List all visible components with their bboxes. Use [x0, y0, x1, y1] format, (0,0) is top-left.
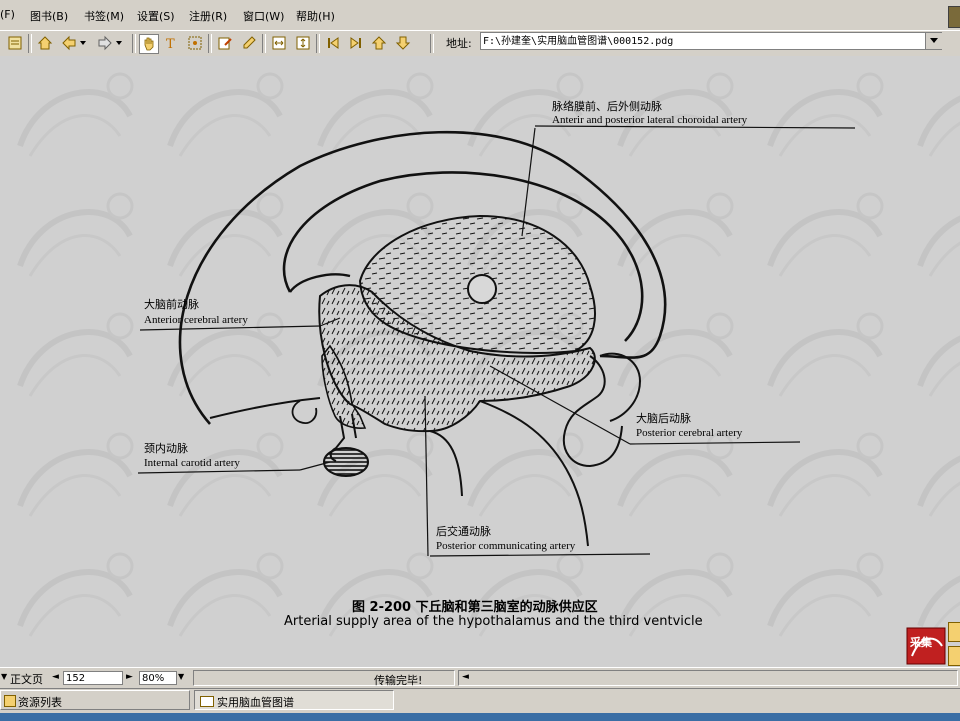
- ica-label-en: Internal carotid artery: [144, 457, 240, 469]
- corner-logo-text: 采集: [910, 636, 932, 649]
- forward-dropdown-icon[interactable]: [114, 34, 124, 52]
- toolbar-separator: [430, 34, 434, 53]
- menu-window[interactable]: 窗口(W): [243, 8, 284, 24]
- scroll-edge-icon: [946, 33, 960, 49]
- menu-bar: (F) 图书(B) 书签(M) 设置(S) 注册(R) 窗口(W) 帮助(H): [0, 0, 960, 30]
- text-select-icon[interactable]: T: [162, 34, 180, 52]
- pca-label-en: Posterior cerebral artery: [636, 427, 743, 439]
- menu-file[interactable]: (F): [0, 8, 15, 21]
- zoom-dropdown-icon[interactable]: ▼: [178, 672, 184, 681]
- toolbar-separator: [316, 34, 320, 53]
- scroll-left-icon[interactable]: ◄: [462, 672, 469, 682]
- book-tab[interactable]: 实用脑血管图谱: [194, 690, 394, 710]
- home-icon[interactable]: [36, 34, 54, 52]
- next-page-icon[interactable]: ►: [126, 672, 133, 682]
- prev-page-icon[interactable]: ◄: [52, 672, 59, 682]
- toc-icon[interactable]: [6, 34, 24, 52]
- aca-label-en: Anterior cerebral artery: [144, 314, 248, 326]
- region-select-icon[interactable]: [186, 34, 204, 52]
- pcom-label-en: Posterior communicating artery: [436, 540, 576, 552]
- first-page-icon[interactable]: [324, 34, 342, 52]
- page-image: [0, 56, 960, 667]
- book-icon: [200, 696, 214, 707]
- taskbar: 资源列表 实用脑血管图谱: [0, 688, 960, 721]
- ica-label-cn: 颈内动脉: [144, 442, 188, 455]
- page-up-icon[interactable]: [370, 34, 388, 52]
- address-input[interactable]: F:\孙建奎\实用脑血管图谱\000152.pdg: [480, 32, 942, 50]
- menu-settings[interactable]: 设置(S): [137, 8, 175, 24]
- status-progress: [458, 670, 958, 686]
- toolbar-separator: [28, 34, 32, 53]
- toolbar-separator: [132, 34, 136, 53]
- back-dropdown-icon[interactable]: [78, 34, 88, 52]
- back-arrow-icon[interactable]: [60, 34, 78, 52]
- aca-label-cn: 大脑前动脉: [144, 298, 199, 311]
- forward-arrow-icon[interactable]: [96, 34, 114, 52]
- document-viewer[interactable]: 脉络膜前、后外侧动脉 Anterir and posterior lateral…: [0, 56, 960, 667]
- resources-label: 资源列表: [18, 696, 62, 709]
- app-corner-icon: [948, 6, 960, 28]
- note-icon[interactable]: [216, 34, 234, 52]
- choroidal-label-en: Anterir and posterior lateral choroidal …: [552, 114, 748, 126]
- toolbar-separator: [262, 34, 266, 53]
- page-down-icon[interactable]: [394, 34, 412, 52]
- toolbar-separator: [208, 34, 212, 53]
- status-message: 传输完毕!: [374, 674, 423, 687]
- address-label: 地址:: [446, 37, 472, 50]
- figure-caption-en: Arterial supply area of the hypothalamus…: [284, 614, 703, 629]
- address-dropdown-icon[interactable]: [925, 33, 942, 49]
- pca-label-cn: 大脑后动脉: [636, 412, 691, 425]
- resources-tab[interactable]: 资源列表: [0, 690, 190, 710]
- page-number-input[interactable]: 152: [63, 671, 123, 685]
- highlight-icon[interactable]: [240, 34, 258, 52]
- status-bar: ▼ 正文页 ◄ 152 ► 80% ▼ 传输完毕! ◄: [0, 667, 960, 689]
- menu-register[interactable]: 注册(R): [189, 8, 227, 24]
- fit-height-icon[interactable]: [294, 34, 312, 52]
- page-type-dropdown-icon[interactable]: ▼: [1, 672, 7, 681]
- svg-text:T: T: [166, 37, 175, 51]
- pcom-label-cn: 后交通动脉: [436, 525, 491, 538]
- last-page-icon[interactable]: [347, 34, 365, 52]
- scroll-up-icon[interactable]: [948, 622, 960, 642]
- page-type-label[interactable]: 正文页: [10, 671, 43, 687]
- hand-tool-icon[interactable]: [139, 34, 159, 54]
- resources-icon: [4, 695, 16, 707]
- menu-help[interactable]: 帮助(H): [296, 8, 335, 24]
- menu-bookmark[interactable]: 书签(M): [84, 8, 124, 24]
- zoom-select[interactable]: 80%: [139, 671, 177, 685]
- fit-width-icon[interactable]: [270, 34, 288, 52]
- figure-caption-cn: 图 2-200 下丘脑和第三脑室的动脉供应区: [352, 600, 598, 615]
- menu-book[interactable]: 图书(B): [30, 8, 68, 24]
- scroll-down-icon[interactable]: [948, 646, 960, 666]
- choroidal-label-cn: 脉络膜前、后外侧动脉: [552, 100, 662, 113]
- book-tab-label: 实用脑血管图谱: [217, 696, 294, 709]
